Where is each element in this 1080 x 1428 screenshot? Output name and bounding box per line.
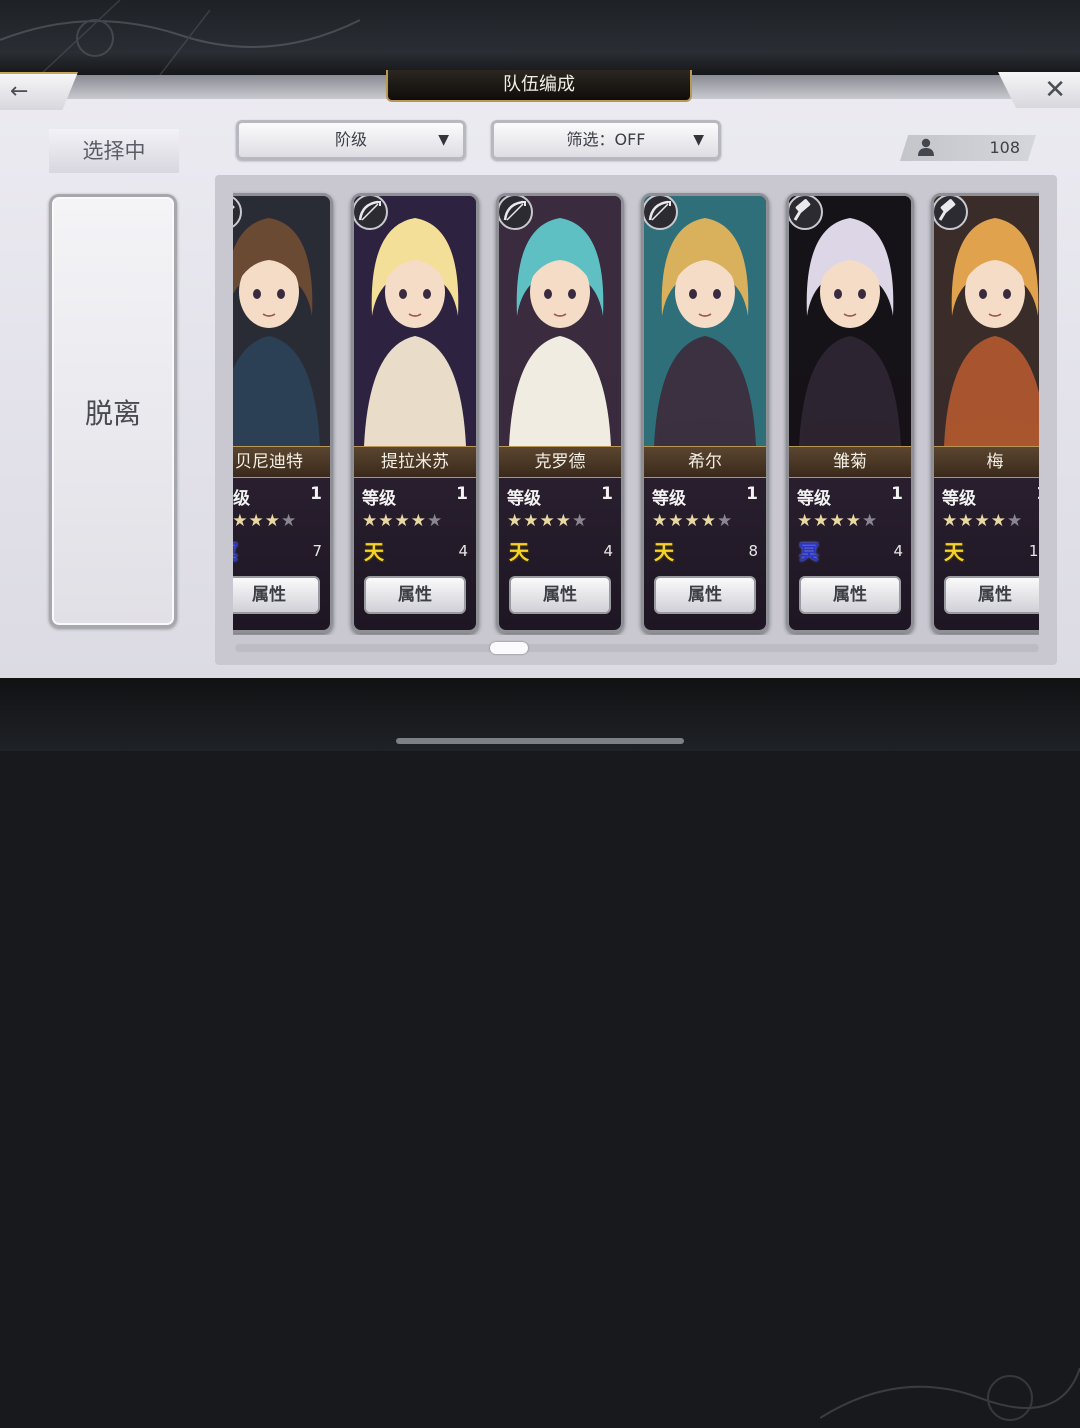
attribute-button[interactable]: 属性 [509,576,611,614]
level-row: 等级 1 [507,484,613,509]
character-name: 提拉米苏 [354,446,476,478]
attribute-button[interactable]: 属性 [364,576,466,614]
level-row: 等级 1 [652,484,758,509]
level-value: 1 [456,484,468,504]
star-rating: ★★★★★ [797,511,879,531]
level-label: 等级 [362,489,396,509]
character-name: 雏菊 [789,446,911,478]
level-row: 等级 1 [362,484,468,509]
close-icon: ✕ [1044,75,1066,105]
level-row: 等级 1 [233,484,322,509]
character-name: 贝尼迪特 [233,446,330,478]
element-badge: 天 [509,540,529,564]
star-rating: ★★★★★ [507,511,589,531]
filter-dropdown-label: 筛选：OFF [566,130,646,149]
level-value: 1 [310,484,322,504]
roster-count: 108 [989,138,1020,157]
element-badge: 天 [944,540,964,564]
element-badge: 冥 [233,540,238,564]
level-label: 等级 [652,489,686,509]
star-rating: ★★★★★ [233,511,298,531]
element-count: 4 [603,542,613,560]
character-card[interactable]: 贝尼迪特等级 1 ★★★★★ 冥 7 属性 [233,193,333,633]
star-rating: ★★★★★ [942,511,1024,531]
star-rating: ★★★★★ [652,511,734,531]
character-name: 克罗德 [499,446,621,478]
level-label: 等级 [233,489,250,509]
hammer-class-icon [789,196,823,230]
element-count: 4 [458,542,468,560]
ornament-decoration [820,1367,1080,1421]
level-label: 等级 [507,489,541,509]
character-card[interactable]: 提拉米苏等级 1 ★★★★★ 天 4 属性 [351,193,479,633]
attribute-button[interactable]: 属性 [654,576,756,614]
level-value: 1 [601,484,613,504]
element-badge: 天 [654,540,674,564]
star-rating: ★★★★★ [362,511,444,531]
character-portrait [233,196,330,446]
character-portrait [499,196,621,446]
level-value: 1 [1036,484,1039,504]
back-arrow-icon: ← [10,79,29,104]
ornament-decoration [0,0,360,75]
chevron-down-icon: ▼ [693,132,704,148]
element-count: 8 [748,542,758,560]
character-card[interactable]: 梅等级 1 ★★★★★ 天 15 属性 [931,193,1039,633]
roster-count-badge: 108 [900,135,1036,161]
leave-label: 脱离 [84,397,141,430]
element-badge: 冥 [799,540,819,564]
leave-slot-button[interactable]: 脱离 [49,194,177,628]
character-portrait [644,196,766,446]
character-card[interactable]: 克罗德等级 1 ★★★★★ 天 4 属性 [496,193,624,633]
level-row: 等级 1 [797,484,903,509]
character-card[interactable]: 雏菊等级 1 ★★★★★ 冥 4 属性 [786,193,914,633]
level-label: 等级 [942,489,976,509]
element-count: 7 [312,542,322,560]
level-value: 1 [891,484,903,504]
selecting-label: 选择中 [49,129,179,173]
bow-class-icon [499,196,533,230]
attribute-button[interactable]: 属性 [799,576,901,614]
attribute-button[interactable]: 属性 [944,576,1039,614]
attribute-button[interactable]: 属性 [233,576,320,614]
sword-class-icon [233,196,242,228]
bow-class-icon [354,196,388,230]
level-row: 等级 1 [942,484,1039,509]
element-count: 4 [893,542,903,560]
level-value: 1 [746,484,758,504]
chevron-down-icon: ▼ [438,132,449,148]
sort-dropdown-label: 阶级 [334,130,367,149]
horizontal-scrollbar[interactable] [235,644,1039,652]
person-icon [918,138,934,156]
hammer-class-icon [934,196,968,230]
character-card-list[interactable]: 贝尼迪特等级 1 ★★★★★ 冥 7 属性 提拉米苏等级 1 ★★★★★ 天 4 属性 克罗德等级 1 ★★… [233,175,1039,635]
page-title: 队伍编成 [386,70,692,102]
scrollbar-thumb[interactable] [490,642,528,654]
character-name: 希尔 [644,446,766,478]
character-card[interactable]: 希尔等级 1 ★★★★★ 天 8 属性 [641,193,769,633]
character-portrait [934,196,1039,446]
top-background [0,0,1080,75]
level-label: 等级 [797,489,831,509]
sort-dropdown[interactable]: 阶级 ▼ [236,120,466,160]
element-badge: 天 [364,540,384,564]
bow-class-icon [644,196,678,230]
home-indicator[interactable] [396,738,684,744]
character-portrait [354,196,476,446]
character-name: 梅 [934,446,1039,478]
character-portrait [789,196,911,446]
element-count: 15 [1028,542,1039,560]
filter-dropdown[interactable]: 筛选：OFF ▼ [491,120,721,160]
